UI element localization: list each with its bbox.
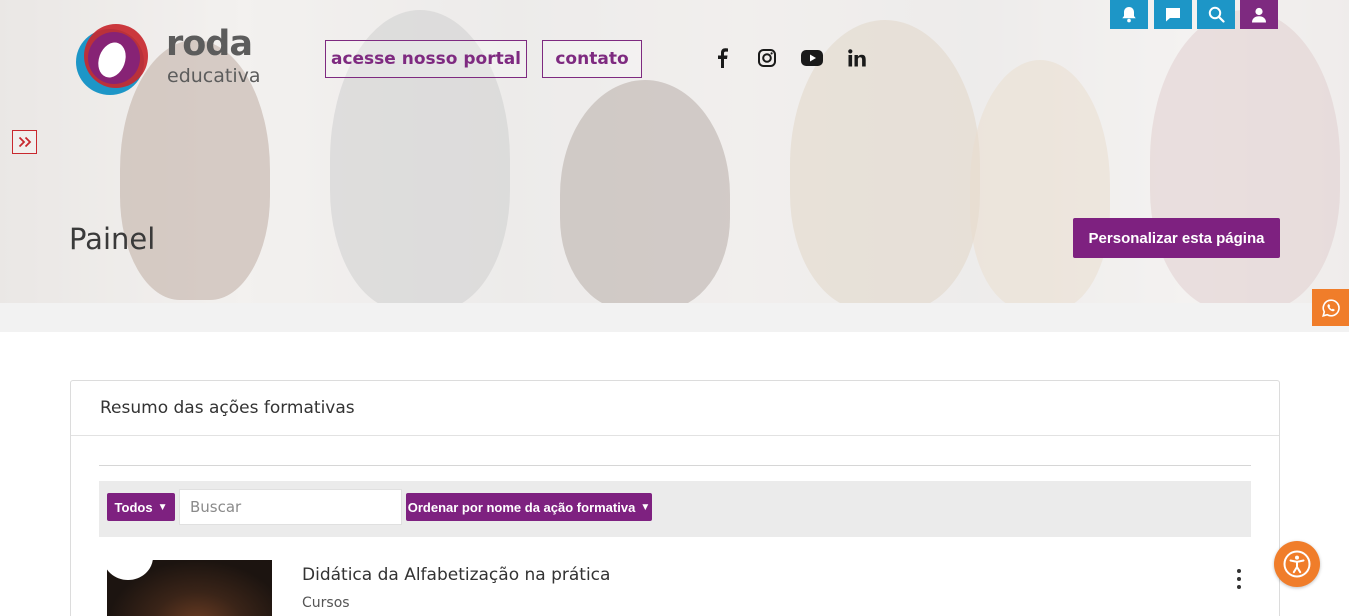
course-title[interactable]: Didática da Alfabetização na prática	[302, 565, 610, 585]
facebook-icon[interactable]	[710, 46, 734, 70]
logo-sub: educativa	[167, 65, 261, 87]
course-overview-card: Resumo das ações formativas Todos ▼ Orde…	[70, 380, 1280, 616]
search-input[interactable]	[179, 489, 402, 525]
customize-page-button[interactable]: Personalizar esta página	[1073, 218, 1280, 258]
logo-ring-icon	[76, 24, 148, 95]
sidebar-toggle-button[interactable]	[12, 130, 37, 154]
card-header: Resumo das ações formativas	[71, 381, 1279, 436]
course-badge	[107, 560, 153, 580]
page-title: Painel	[69, 222, 156, 256]
instagram-icon[interactable]	[755, 46, 779, 70]
chevron-down-icon: ▼	[157, 501, 168, 513]
filter-dropdown[interactable]: Todos ▼	[107, 493, 175, 521]
accessibility-icon	[1283, 550, 1311, 578]
divider	[99, 465, 1251, 466]
hero-band	[0, 303, 1349, 332]
double-chevron-right-icon	[18, 136, 31, 148]
card-title: Resumo das ações formativas	[100, 398, 355, 418]
contato-link[interactable]: contato	[542, 40, 642, 78]
sort-label: Ordenar por nome da ação formativa	[407, 499, 636, 515]
search-icon	[1208, 6, 1225, 23]
course-category: Cursos	[302, 595, 350, 611]
chevron-down-icon: ▼	[640, 501, 651, 513]
notifications-button[interactable]	[1110, 0, 1148, 29]
filter-bar: Todos ▼ Ordenar por nome da ação formati…	[99, 481, 1251, 537]
messages-button[interactable]	[1154, 0, 1192, 29]
logo-word: roda	[166, 24, 253, 64]
course-thumbnail[interactable]	[107, 560, 272, 616]
whatsapp-icon	[1321, 298, 1340, 317]
portal-link[interactable]: acesse nosso portal	[325, 40, 527, 78]
accessibility-button[interactable]	[1274, 541, 1320, 587]
sort-dropdown[interactable]: Ordenar por nome da ação formativa ▼	[406, 493, 652, 521]
more-options-icon[interactable]	[1231, 569, 1247, 589]
whatsapp-button[interactable]	[1312, 289, 1349, 326]
roda-educativa-logo[interactable]: roda educativa	[72, 20, 272, 100]
search-button[interactable]	[1197, 0, 1235, 29]
bell-icon	[1122, 7, 1136, 23]
user-menu-button[interactable]	[1240, 0, 1278, 29]
chat-icon	[1166, 8, 1180, 22]
filter-label: Todos	[114, 499, 153, 515]
youtube-icon[interactable]	[800, 46, 824, 70]
user-icon	[1252, 7, 1266, 22]
linkedin-icon[interactable]	[845, 46, 869, 70]
